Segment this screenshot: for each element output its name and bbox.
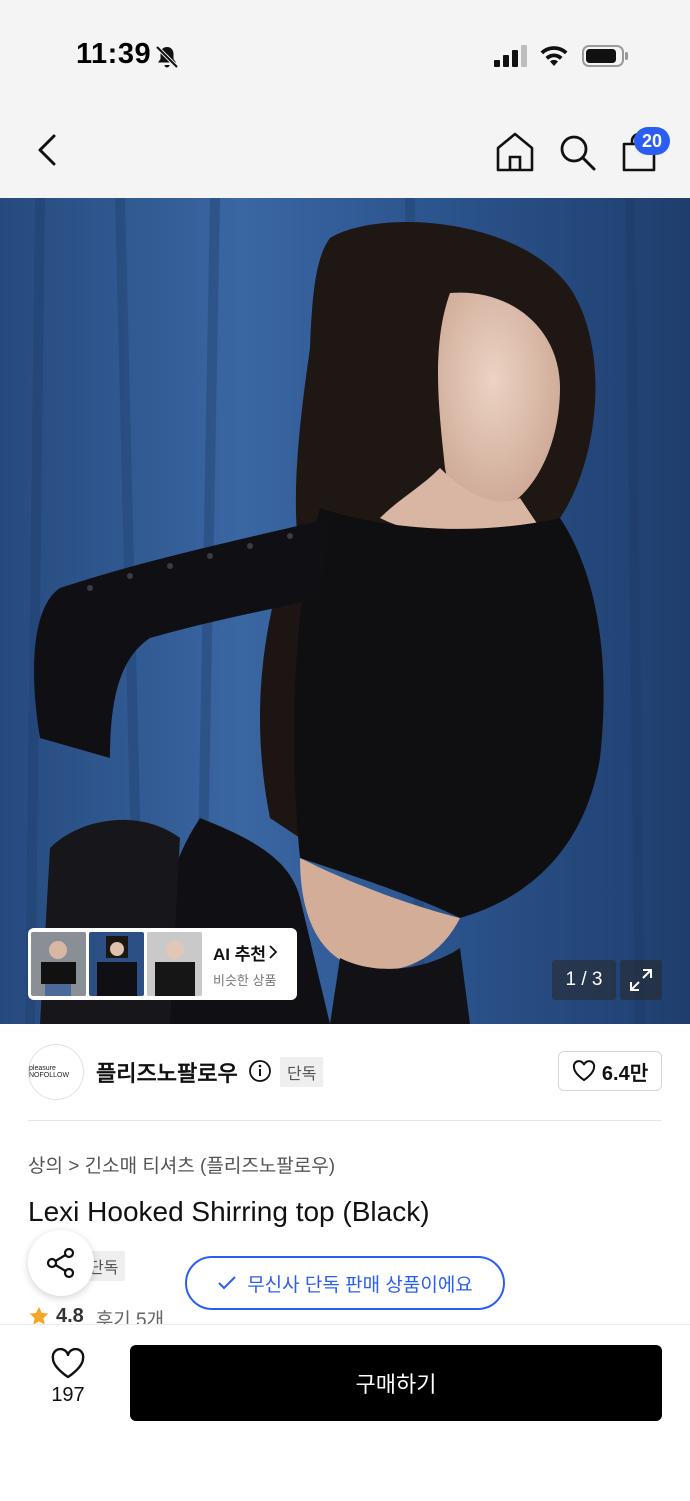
chevron-right-icon bbox=[269, 945, 278, 959]
product-title: Lexi Hooked Shirring top (Black) bbox=[28, 1196, 430, 1227]
brand-logo-text: pleasure NOFOLLOW bbox=[29, 1065, 70, 1079]
model-photo bbox=[0, 198, 690, 1024]
wishlist-button[interactable]: 197 bbox=[36, 1348, 100, 1418]
rating-score: 4.8 bbox=[56, 1305, 84, 1325]
buy-button[interactable]: 구매하기 bbox=[130, 1345, 662, 1421]
info-icon[interactable] bbox=[248, 1059, 272, 1083]
cellular-signal-icon bbox=[494, 45, 527, 67]
cart-count-badge: 20 bbox=[634, 127, 670, 155]
expand-icon bbox=[630, 969, 652, 991]
battery-icon bbox=[582, 45, 628, 67]
exclusive-sale-text: 무신사 단독 판매 상품이에요 bbox=[247, 1274, 473, 1296]
divider bbox=[28, 1120, 662, 1121]
status-time: 11:39 bbox=[76, 38, 152, 70]
heart-icon bbox=[51, 1348, 85, 1379]
ai-recommendation-subtitle: 비슷한 상품 bbox=[213, 972, 277, 988]
heart-icon bbox=[572, 1060, 596, 1082]
ai-recommendation-card[interactable]: AI 추천 비슷한 상품 bbox=[28, 928, 297, 1000]
image-page-counter: 1 / 3 bbox=[552, 960, 616, 1000]
home-icon[interactable] bbox=[493, 130, 537, 174]
brand-logo[interactable]: pleasure NOFOLLOW bbox=[28, 1044, 84, 1100]
share-button[interactable] bbox=[28, 1230, 94, 1296]
search-icon[interactable] bbox=[555, 130, 599, 174]
product-image[interactable] bbox=[0, 198, 690, 1024]
rating-row[interactable]: 4.8 후기 5개 bbox=[28, 1305, 164, 1325]
star-icon bbox=[29, 1306, 49, 1325]
recommendation-thumbnail[interactable] bbox=[31, 932, 86, 996]
back-chevron-icon[interactable] bbox=[26, 128, 70, 172]
share-icon bbox=[46, 1247, 75, 1279]
brand-exclusive-tag: 단독 bbox=[280, 1057, 324, 1087]
ai-recommendation-text: AI 추천 비슷한 상품 bbox=[213, 940, 280, 989]
recommendation-thumbnail[interactable] bbox=[147, 932, 202, 996]
check-icon bbox=[218, 1276, 236, 1290]
brand-like-count: 6.4만 bbox=[601, 1062, 649, 1085]
category-breadcrumb[interactable]: 상의 > 긴소매 티셔츠 (플리즈노팔로우) bbox=[28, 1151, 335, 1178]
ai-recommendation-title: AI 추천 bbox=[213, 944, 267, 964]
review-count[interactable]: 후기 5개 bbox=[96, 1305, 164, 1325]
silent-bell-icon bbox=[155, 45, 179, 69]
exclusive-sale-notice: 무신사 단독 판매 상품이에요 bbox=[185, 1256, 505, 1310]
brand-like-button[interactable]: 6.4만 bbox=[558, 1051, 662, 1091]
wishlist-count: 197 bbox=[51, 1384, 85, 1406]
wifi-icon bbox=[540, 46, 568, 66]
expand-image-button[interactable] bbox=[620, 960, 662, 1000]
recommendation-thumbnail[interactable] bbox=[89, 932, 144, 996]
brand-name[interactable]: 플리즈노팔로우 bbox=[96, 1056, 238, 1088]
